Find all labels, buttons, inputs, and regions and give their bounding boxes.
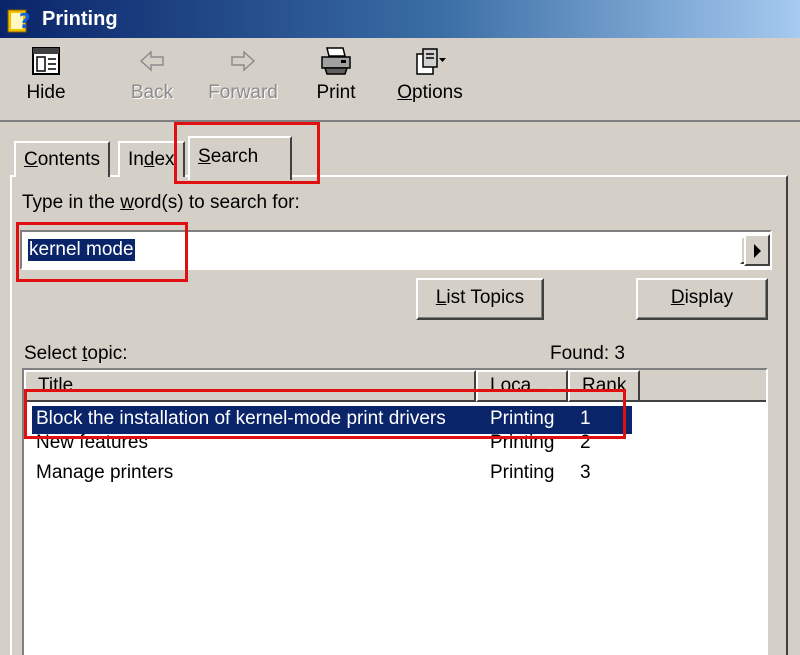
- list-topics-label: List Topics: [435, 287, 525, 308]
- forward-label: Forward: [208, 82, 278, 103]
- display-button[interactable]: Display: [636, 278, 768, 320]
- toolbar: Hide Back Forward Print Options: [0, 38, 800, 122]
- results-list[interactable]: Title Loca... Rank Block the installatio…: [22, 368, 768, 655]
- back-label: Back: [130, 82, 174, 103]
- column-header-filler: [640, 370, 766, 402]
- tab-search[interactable]: Search: [188, 136, 292, 180]
- hide-button[interactable]: Hide: [16, 42, 76, 120]
- result-rank: 1: [580, 408, 591, 429]
- window-title: Printing: [42, 7, 118, 30]
- tab-index[interactable]: Index: [118, 141, 185, 177]
- hide-label: Hide: [26, 82, 66, 103]
- print-label: Print: [316, 82, 356, 103]
- back-button[interactable]: Back: [122, 42, 182, 120]
- result-title: Manage printers: [36, 462, 174, 483]
- options-label: Options: [397, 82, 463, 103]
- result-location: Printing: [490, 408, 555, 429]
- options-icon: [416, 48, 446, 75]
- result-rank: 3: [580, 462, 591, 483]
- result-title: New features: [36, 432, 148, 453]
- result-location: Printing: [490, 462, 555, 483]
- column-title-header[interactable]: Title: [24, 370, 476, 402]
- tab-search-label: Search: [198, 146, 259, 167]
- result-location: Printing: [490, 432, 555, 453]
- svg-text:?: ?: [19, 9, 31, 33]
- result-title: Block the installation of kernel-mode pr…: [36, 408, 446, 429]
- help-window: ? Printing Hide Back Forward Print Optio…: [0, 0, 800, 655]
- result-row[interactable]: Manage printers Printing 3: [32, 460, 632, 488]
- found-count: Found: 3: [550, 343, 625, 364]
- title-bar[interactable]: ? Printing: [0, 0, 800, 38]
- tab-index-label: Index: [128, 149, 175, 170]
- print-button[interactable]: Print: [310, 42, 362, 120]
- printer-icon: [321, 47, 351, 75]
- search-prompt: Type in the word(s) to search for:: [22, 192, 300, 213]
- list-topics-button[interactable]: List Topics: [416, 278, 544, 320]
- column-location-header[interactable]: Loca...: [476, 370, 568, 402]
- back-arrow-icon: [139, 50, 164, 72]
- tab-contents-label: Contents: [24, 149, 101, 170]
- options-button[interactable]: Options: [392, 42, 468, 120]
- help-book-icon: ?: [6, 4, 36, 34]
- hide-icon: [32, 47, 60, 75]
- result-row[interactable]: New features Printing 2: [32, 432, 632, 462]
- result-rank: 2: [580, 432, 591, 453]
- display-label: Display: [670, 287, 734, 308]
- search-input[interactable]: kernel mode: [20, 230, 772, 270]
- search-query-text: kernel mode: [28, 239, 135, 261]
- result-row[interactable]: Block the installation of kernel-mode pr…: [32, 406, 632, 434]
- search-go-arrow-button[interactable]: [744, 234, 770, 266]
- forward-button[interactable]: Forward: [200, 42, 286, 120]
- select-topic-label: Select topic:: [24, 343, 128, 364]
- forward-arrow-icon: [231, 50, 256, 72]
- column-rank-header[interactable]: Rank: [568, 370, 640, 402]
- tab-contents[interactable]: Contents: [14, 141, 111, 177]
